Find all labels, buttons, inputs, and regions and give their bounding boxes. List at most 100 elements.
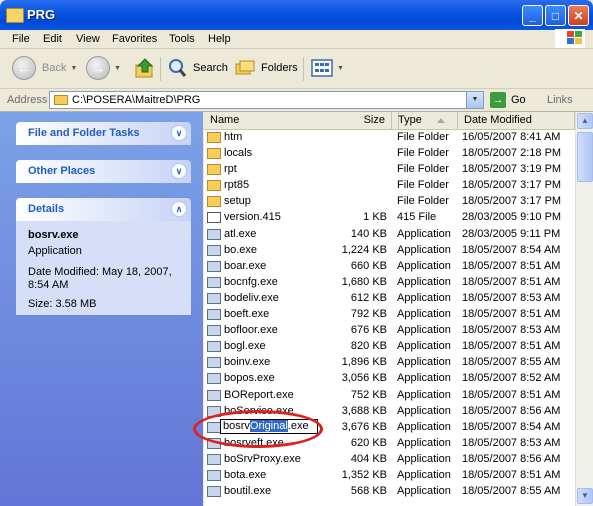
table-row[interactable]: rpt File Folder 18/05/2007 3:19 PM <box>204 162 575 178</box>
scroll-thumb[interactable] <box>577 132 593 182</box>
table-row[interactable]: bopos.exe 3,056 KB Application 18/05/2007 8… <box>204 371 575 387</box>
table-row[interactable]: htm File Folder 16/05/2007 8:41 AM <box>204 130 575 146</box>
scroll-down-button[interactable]: ▼ <box>577 488 593 504</box>
column-size[interactable]: Size <box>349 112 392 129</box>
folders-button[interactable]: Folders <box>235 55 298 81</box>
back-label: Back <box>42 62 67 74</box>
chevron-down-icon[interactable]: ∨ <box>171 125 187 141</box>
exe-icon <box>207 373 221 385</box>
windows-logo-icon <box>555 29 585 48</box>
file-date-modified: 18/05/2007 8:52 AM <box>462 372 561 385</box>
file-size: 792 KB <box>350 308 387 321</box>
forward-arrow-icon: → <box>86 56 110 80</box>
file-size: 1,896 KB <box>341 356 387 369</box>
table-row[interactable]: bo.exe 1,224 KB Application 18/05/2007 8:54… <box>204 243 575 259</box>
file-type: Application <box>397 308 451 321</box>
table-row[interactable]: bocnfg.exe 1,680 KB Application 18/05/2007 … <box>204 275 575 291</box>
file-name: rpt <box>224 163 237 176</box>
menu-help[interactable]: Help <box>208 33 231 45</box>
file-size: 140 KB <box>350 227 387 240</box>
address-label: Address <box>7 94 48 106</box>
menu-view[interactable]: View <box>76 33 100 45</box>
file-size: 3,688 KB <box>341 404 387 417</box>
table-row[interactable]: bofloor.exe 676 KB Application 18/05/2007 8… <box>204 323 575 339</box>
scroll-up-button[interactable]: ▲ <box>577 113 593 129</box>
up-folder-button[interactable] <box>134 55 156 81</box>
search-button[interactable]: Search <box>167 55 228 81</box>
menu-file[interactable]: File <box>12 33 30 45</box>
address-dropdown-button[interactable]: ▼ <box>466 92 483 108</box>
file-type: File Folder <box>397 131 449 143</box>
exe-icon <box>207 357 221 369</box>
file-type: Application <box>397 468 451 481</box>
vertical-scrollbar[interactable]: ▲ ▼ <box>575 112 593 506</box>
title-bar[interactable]: PRG _ □ ✕ <box>0 0 593 30</box>
minimize-button[interactable]: _ <box>522 5 543 26</box>
file-name: bodeliv.exe <box>224 291 279 304</box>
column-header: Name Size Type Date Modified <box>204 112 575 130</box>
file-date-modified: 18/05/2007 8:55 AM <box>462 356 561 369</box>
table-row[interactable]: boutil.exe 568 KB Application 18/05/2007 8:… <box>204 484 575 500</box>
back-button[interactable]: ← Back ▼ <box>12 55 77 81</box>
folders-icon <box>235 60 255 75</box>
menu-tools[interactable]: Tools <box>169 33 195 45</box>
panel-details[interactable]: Details ∧ <box>16 198 191 221</box>
panel-file-folder-tasks[interactable]: File and Folder Tasks ∨ <box>16 122 191 145</box>
address-bar: Address C:\POSERA\MaitreD\PRG ▼ → Go Lin… <box>0 89 593 112</box>
file-name: rpt85 <box>224 179 250 192</box>
toolbar: ← Back ▼ → ▼ Search Folders ▼ <box>0 49 593 89</box>
table-row[interactable]: locals File Folder 18/05/2007 2:18 PM <box>204 146 575 162</box>
table-row[interactable]: boar.exe 660 KB Application 18/05/2007 8:51… <box>204 259 575 275</box>
file-date-modified: 28/03/2005 9:11 PM <box>462 227 561 240</box>
table-row[interactable]: boinv.exe 1,896 KB Application 18/05/2007 8… <box>204 355 575 371</box>
explorer-window: PRG _ □ ✕ File Edit View Favorites Tools… <box>0 0 593 506</box>
exe-icon <box>207 325 221 337</box>
file-date-modified: 18/05/2007 8:53 AM <box>462 291 561 304</box>
table-row[interactable]: rpt85 File Folder 18/05/2007 3:17 PM <box>204 178 575 194</box>
table-row[interactable]: BOReport.exe 752 KB Application 18/05/2007 … <box>204 388 575 404</box>
table-row[interactable]: boSrvProxy.exe 404 KB Application 18/05/200… <box>204 452 575 468</box>
table-row[interactable]: bota.exe 1,352 KB Application 18/05/2007 8:… <box>204 468 575 484</box>
go-button[interactable]: → Go <box>490 92 526 108</box>
details-size: Size: 3.58 MB <box>28 298 97 310</box>
file-type: Application <box>397 356 451 369</box>
forward-button[interactable]: → ▼ <box>86 55 121 81</box>
table-row[interactable]: setup File Folder 18/05/2007 3:17 PM <box>204 194 575 210</box>
table-row[interactable]: atl.exe 140 KB Application 28/03/2005 9:11 … <box>204 227 575 243</box>
menu-favorites[interactable]: Favorites <box>112 33 157 45</box>
column-type[interactable]: Type <box>392 112 458 129</box>
file-size: 612 KB <box>350 291 387 304</box>
exe-icon <box>207 309 221 321</box>
search-label: Search <box>193 62 228 74</box>
file-name: bo.exe <box>224 243 258 256</box>
menu-bar: File Edit View Favorites Tools Help <box>0 30 593 49</box>
file-size: 1 KB <box>363 211 387 224</box>
file-date-modified: 18/05/2007 8:56 AM <box>462 404 561 417</box>
table-row[interactable]: boeft.exe 792 KB Application 18/05/2007 8:5… <box>204 307 575 323</box>
close-button[interactable]: ✕ <box>568 5 589 26</box>
links-button[interactable]: Links <box>547 94 573 106</box>
table-row[interactable]: version.415 1 KB 415 File 28/03/2005 9:10 P… <box>204 210 575 226</box>
search-icon <box>169 59 187 77</box>
menu-edit[interactable]: Edit <box>43 33 62 45</box>
exe-icon <box>207 276 221 288</box>
address-input[interactable]: C:\POSERA\MaitreD\PRG ▼ <box>49 91 484 109</box>
file-type: Application <box>397 227 451 240</box>
file-type: Application <box>397 275 451 288</box>
views-button[interactable]: ▼ <box>311 55 344 81</box>
panel-other-places[interactable]: Other Places ∨ <box>16 160 191 183</box>
file-name: boeft.exe <box>224 308 270 321</box>
file-type: Application <box>397 485 451 498</box>
file-date-modified: 18/05/2007 3:17 PM <box>462 179 562 192</box>
table-row[interactable]: bodeliv.exe 612 KB Application 18/05/2007 8… <box>204 291 575 307</box>
maximize-button[interactable]: □ <box>545 5 566 26</box>
back-arrow-icon: ← <box>12 56 36 80</box>
sort-ascending-icon <box>437 118 445 123</box>
folders-label: Folders <box>261 62 298 74</box>
toolbar-separator <box>160 57 161 81</box>
file-name: boar.exe <box>224 259 267 272</box>
table-row[interactable]: bogl.exe 820 KB Application 18/05/2007 8:51… <box>204 339 575 355</box>
column-date-modified[interactable]: Date Modified <box>458 112 575 129</box>
chevron-up-icon[interactable]: ∧ <box>171 201 187 217</box>
chevron-down-icon[interactable]: ∨ <box>171 163 187 179</box>
